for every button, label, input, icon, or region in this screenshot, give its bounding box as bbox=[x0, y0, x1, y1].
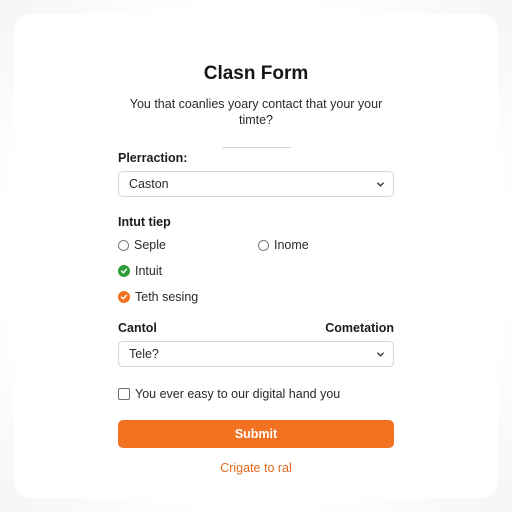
contact-select[interactable]: Tele? bbox=[118, 341, 394, 367]
option-label: Seple bbox=[134, 238, 166, 252]
preferences-select[interactable]: Caston bbox=[118, 171, 394, 197]
check-circle-icon[interactable] bbox=[118, 265, 130, 277]
preferences-select-value: Caston bbox=[129, 177, 169, 191]
option-label: Teth sesing bbox=[135, 290, 199, 304]
contact-secondary-label: Cometation bbox=[325, 321, 394, 335]
form-title: Clasn Form bbox=[203, 63, 309, 84]
form-card: Clasn Form You that coanlies yoary conta… bbox=[14, 14, 498, 498]
option-teth-sesing[interactable]: Teth sesing bbox=[118, 290, 198, 304]
contact-select-value: Tele? bbox=[129, 347, 159, 361]
page-background: Clasn Form You that coanlies yoary conta… bbox=[0, 0, 512, 512]
title-divider bbox=[222, 147, 291, 148]
contact-label: Cantol bbox=[118, 321, 157, 335]
input-type-label: Intut tiep bbox=[118, 215, 171, 229]
option-label: Inome bbox=[274, 238, 309, 252]
form-subtitle: You that coanlies yoary contact that you… bbox=[129, 97, 383, 127]
submit-button[interactable]: Submit bbox=[118, 420, 394, 448]
option-intuit[interactable]: Intuit bbox=[118, 264, 162, 278]
option-seple[interactable]: Seple bbox=[118, 238, 166, 252]
option-inome[interactable]: Inome bbox=[258, 238, 309, 252]
radio-button[interactable] bbox=[258, 239, 269, 251]
option-label: Intuit bbox=[135, 264, 163, 278]
preferences-label: Plerraction: bbox=[118, 151, 188, 165]
consent-label[interactable]: You ever easy to our digital hand you bbox=[135, 387, 340, 401]
footer-link[interactable]: Crigate to ral bbox=[14, 461, 498, 475]
chevron-down-icon bbox=[377, 352, 384, 357]
chevron-down-icon bbox=[377, 182, 384, 187]
radio-button[interactable] bbox=[118, 239, 129, 251]
check-circle-icon[interactable] bbox=[118, 291, 130, 303]
consent-checkbox[interactable] bbox=[118, 388, 130, 400]
